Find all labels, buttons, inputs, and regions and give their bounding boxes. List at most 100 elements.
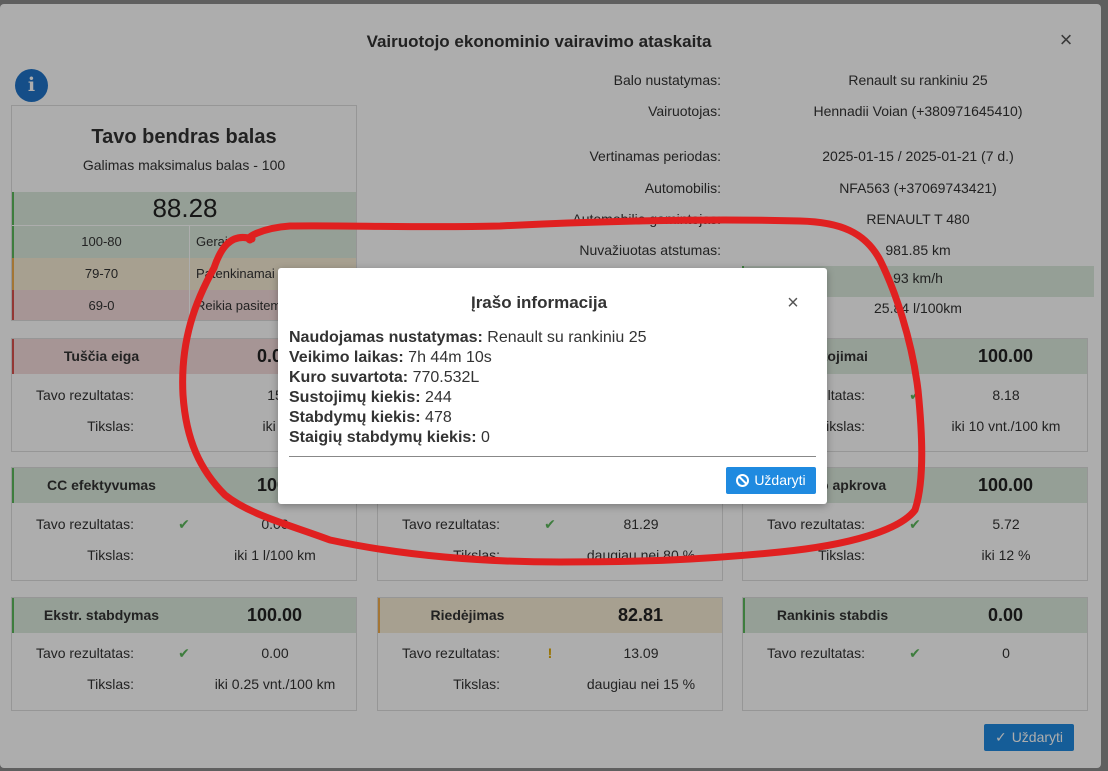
- target-value: iki 1 l/100 km: [234, 547, 316, 563]
- metric-head: Rankinis stabdis 0.00: [743, 598, 1087, 633]
- check-icon: ✔: [178, 516, 190, 532]
- dialog-line-label: Veikimo laikas:: [289, 349, 404, 366]
- dialog-line: Sustojimų kiekis: 244: [289, 389, 452, 407]
- result-value: 13.09: [623, 645, 659, 661]
- legend-row-good: 100-80 Gerai: [12, 226, 356, 258]
- result-value: 0.00: [261, 516, 289, 532]
- detail-label: Vertinamas periodas:: [589, 148, 721, 164]
- dialog-line-value: Renault su rankiniu 25: [482, 329, 647, 346]
- detail-value: Hennadii Voian (+380971645410): [813, 103, 1023, 119]
- target-value: iki 10 vnt./100 km: [951, 418, 1061, 434]
- result-value: 8.18: [992, 387, 1020, 403]
- legend-range: 79-70: [84, 266, 119, 281]
- score-subtitle: Galimas maksimalus balas - 100: [82, 157, 286, 173]
- result-value: 0.00: [261, 645, 289, 661]
- result-value: 81.29: [623, 516, 659, 532]
- metric-card-coasting: Riedėjimas 82.81 Tavo rezultatas: ! 13.0…: [377, 597, 723, 711]
- result-label: Tavo rezultatas:: [766, 516, 865, 532]
- dialog-line: Naudojamas nustatymas: Renault su rankin…: [289, 329, 647, 347]
- metric-score: 0.00: [987, 605, 1024, 625]
- target-label: Tikslas:: [87, 418, 134, 434]
- detail-value: 981.85 km: [885, 242, 951, 258]
- metric-score: 100.00: [977, 475, 1034, 495]
- dialog-divider: [289, 456, 816, 457]
- metric-name: CC efektyvumas: [47, 477, 156, 493]
- dialog-line-value: 770.532L: [408, 369, 480, 386]
- dialog-line-label: Naudojamas nustatymas:: [289, 329, 483, 346]
- metric-name: Rankinis stabdis: [776, 607, 889, 623]
- check-icon: ✔: [909, 516, 921, 532]
- check-icon: ✔: [909, 645, 921, 661]
- dialog-line: Staigių stabdymų kiekis: 0: [289, 429, 490, 447]
- close-icon[interactable]: ×: [783, 293, 803, 313]
- target-label: Tikslas:: [453, 547, 500, 563]
- detail-label: Nuvažiuotas atstumas:: [579, 242, 721, 258]
- info-icon[interactable]: i: [15, 69, 48, 102]
- modal-title: Vairuotojo ekonominio vairavimo ataskait…: [366, 32, 712, 51]
- dialog-line-label: Kuro suvartota:: [289, 369, 409, 386]
- detail-label: Balo nustatymas:: [613, 72, 721, 88]
- metric-score: 100.00: [246, 605, 303, 625]
- metric-score: 82.81: [617, 605, 664, 625]
- dialog-line-label: Stabdymų kiekis:: [289, 409, 421, 426]
- legend-range: 100-80: [81, 234, 122, 249]
- detail-value: NFA563 (+37069743421): [839, 180, 997, 196]
- metric-head: Ekstr. stabdymas 100.00: [12, 598, 356, 633]
- dialog-title: Įrašo informacija: [470, 293, 608, 312]
- ban-icon: [736, 474, 750, 487]
- metric-score: 100.00: [977, 346, 1034, 366]
- dialog-line-label: Staigių stabdymų kiekis:: [289, 429, 477, 446]
- record-info-dialog: Įrašo informacija × Naudojamas nustatyma…: [278, 268, 827, 504]
- legend-label: Patenkinamai: [196, 266, 275, 281]
- detail-value: Renault su rankiniu 25: [848, 72, 988, 88]
- dialog-line: Veikimo laikas: 7h 44m 10s: [289, 349, 492, 367]
- metric-name: Riedėjimas: [430, 607, 505, 623]
- dialog-close-label: Uždaryti: [754, 472, 806, 488]
- check-icon: ✓: [994, 729, 1007, 745]
- target-label: Tikslas:: [453, 676, 500, 692]
- total-score: 88.28: [12, 192, 356, 225]
- metric-card-handbrake: Rankinis stabdis 0.00 Tavo rezultatas: ✔…: [742, 597, 1088, 711]
- exclamation-icon: !: [547, 645, 553, 661]
- result-label: Tavo rezultatas:: [35, 387, 134, 403]
- target-value: daugiau nei 15 %: [586, 676, 696, 692]
- result-label: Tavo rezultatas:: [401, 516, 500, 532]
- result-value: 0: [1002, 645, 1010, 661]
- target-value: daugiau nei 80 %: [586, 547, 696, 563]
- target-label: Tikslas:: [87, 547, 134, 563]
- legend-label: Gerai: [196, 234, 228, 249]
- detail-label: Automobilio gamintojas:: [572, 211, 721, 227]
- target-value: iki 0.25 vnt./100 km: [214, 676, 336, 692]
- legend-range: 69-0: [88, 298, 115, 313]
- dialog-line: Stabdymų kiekis: 478: [289, 409, 452, 427]
- check-icon: ✔: [178, 645, 190, 661]
- dialog-line-value: 478: [420, 409, 452, 426]
- target-value: iki 12 %: [981, 547, 1031, 563]
- detail-label: Vairuotojas:: [648, 103, 721, 119]
- target-label: Tikslas:: [87, 676, 134, 692]
- close-button-label: Uždaryti: [1011, 729, 1064, 745]
- score-title: Tavo bendras balas: [91, 126, 277, 148]
- detail-value: RENAULT T 480: [866, 211, 970, 227]
- target-label: Tikslas:: [818, 547, 865, 563]
- close-button[interactable]: ✓ Uždaryti: [984, 724, 1074, 751]
- dialog-line-label: Sustojimų kiekis:: [289, 389, 421, 406]
- result-label: Tavo rezultatas:: [401, 645, 500, 661]
- detail-label: Automobilis:: [644, 180, 721, 196]
- dialog-line: Kuro suvartota: 770.532L: [289, 369, 479, 387]
- metric-card-braking: Ekstr. stabdymas 100.00 Tavo rezultatas:…: [11, 597, 357, 711]
- close-icon[interactable]: ×: [1056, 29, 1076, 51]
- metric-head: Riedėjimas 82.81: [378, 598, 722, 633]
- metric-name: Ekstr. stabdymas: [43, 607, 160, 623]
- result-value: 5.72: [992, 516, 1020, 532]
- check-icon: ✔: [544, 516, 556, 532]
- check-icon: ✔: [909, 387, 921, 403]
- dialog-close-button[interactable]: Uždaryti: [726, 467, 816, 494]
- result-label: Tavo rezultatas:: [35, 645, 134, 661]
- detail-value: 2025-01-15 / 2025-01-21 (7 d.): [822, 148, 1014, 164]
- result-label: Tavo rezultatas:: [766, 645, 865, 661]
- dialog-line-value: 244: [420, 389, 452, 406]
- dialog-line-value: 0: [476, 429, 490, 446]
- metric-name: Tuščia eiga: [63, 348, 140, 364]
- result-label: Tavo rezultatas:: [35, 516, 134, 532]
